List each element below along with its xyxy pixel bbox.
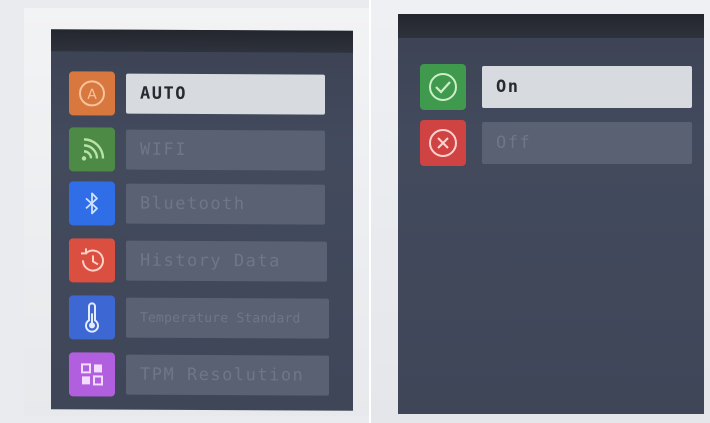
option-off[interactable]: Off (420, 120, 692, 166)
menu-item-history-data[interactable]: History Data (69, 238, 331, 283)
status-bar (398, 14, 704, 38)
option-label: Off (482, 122, 692, 164)
photo-divider (369, 0, 371, 423)
status-bar (51, 29, 353, 53)
svg-text:A: A (87, 87, 97, 103)
menu-item-temperature-standard[interactable]: Temperature Standard (69, 295, 333, 340)
menu-item-bluetooth[interactable]: Bluetooth (69, 181, 329, 226)
option-on[interactable]: On (420, 64, 692, 110)
auto-icon: A (69, 71, 115, 116)
menu-item-label: History Data (126, 240, 327, 282)
thermometer-icon (69, 295, 115, 340)
option-screen: On Off (398, 14, 704, 414)
close-icon (420, 120, 466, 166)
bluetooth-icon (69, 181, 115, 226)
menu-item-label: WIFI (126, 129, 325, 171)
wifi-icon (69, 127, 115, 172)
grid-icon (69, 352, 115, 397)
history-icon (69, 238, 115, 283)
menu-item-wifi[interactable]: WIFI (69, 127, 329, 172)
menu-item-auto[interactable]: A AUTO (69, 71, 329, 116)
menu-item-label: Temperature Standard (126, 297, 329, 339)
check-icon (420, 64, 466, 110)
menu-item-label: Bluetooth (126, 183, 325, 225)
menu-item-label: TPM Resolution (126, 354, 329, 396)
menu-item-label: AUTO (126, 73, 325, 115)
option-label: On (482, 66, 692, 108)
settings-menu-screen: A AUTO WIFI Bluetooth History Data Tempe… (51, 29, 353, 411)
menu-item-tpm-resolution[interactable]: TPM Resolution (69, 352, 333, 397)
